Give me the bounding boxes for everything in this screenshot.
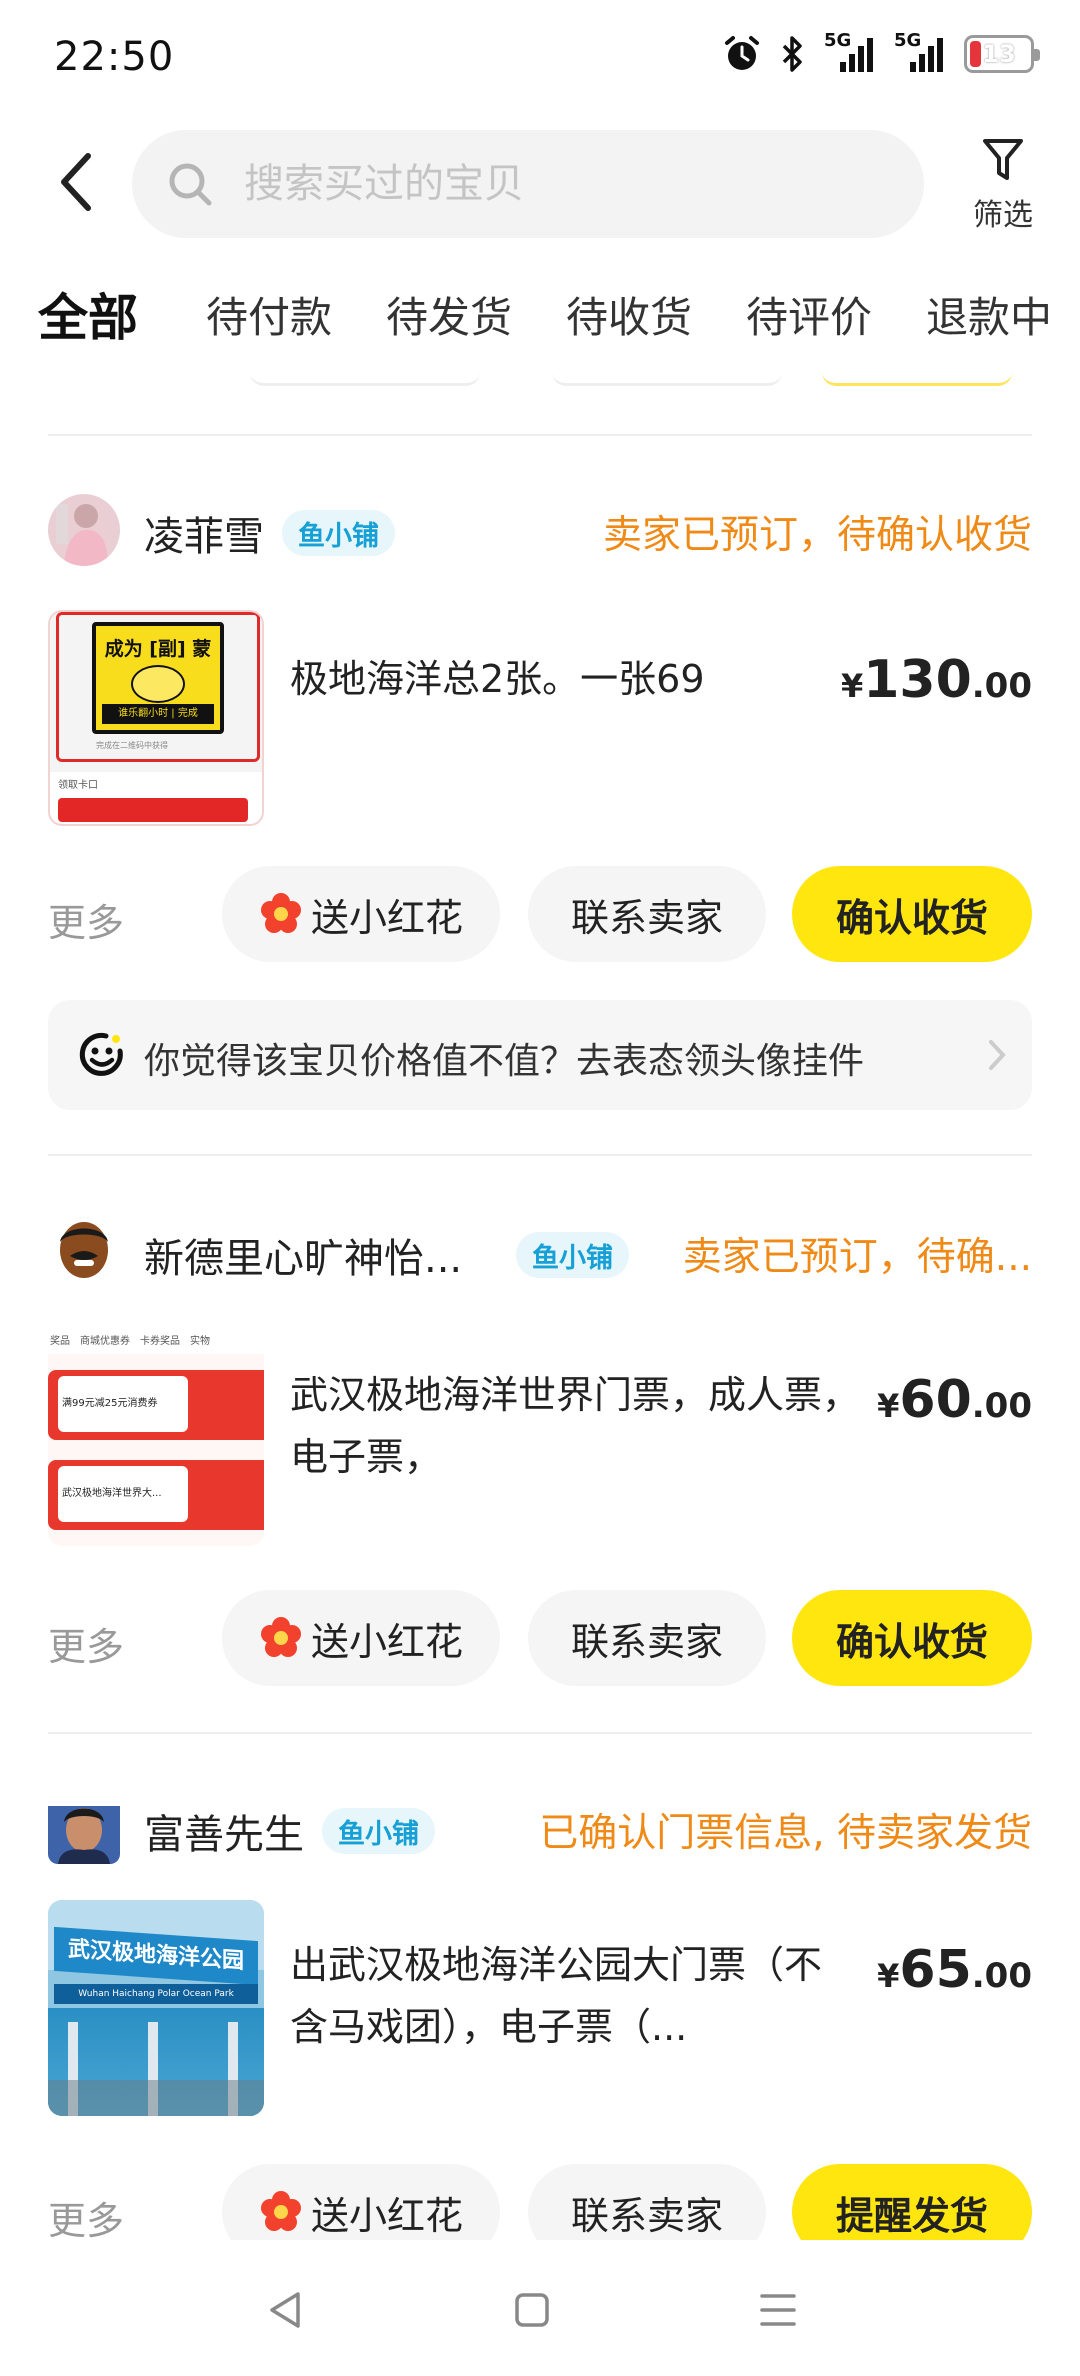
filter-button[interactable]: 筛选 (958, 136, 1048, 236)
shop-badge: 鱼小铺 (516, 1232, 629, 1278)
previous-card-button-edge (552, 360, 782, 386)
avatar (48, 1792, 120, 1864)
hint-text: 你觉得该宝贝价格值不值？去表态领头像挂件 (144, 1041, 865, 1082)
smiley-icon (79, 1032, 123, 1076)
tab-refunding[interactable]: 退款中 (926, 284, 1052, 345)
item-title: 武汉极地海洋世界门票，成人票，电子票， (290, 1373, 861, 1479)
previous-card-button-edge (822, 360, 1012, 386)
more-button[interactable]: 更多 (48, 2190, 124, 2245)
more-button[interactable]: 更多 (48, 1616, 124, 1671)
more-button[interactable]: 更多 (48, 892, 124, 947)
item-price: ¥65.00 (877, 1940, 1032, 2000)
triangle-back-icon (270, 2292, 300, 2328)
item-price: ¥60.00 (877, 1370, 1032, 1430)
square-home-icon (515, 2293, 549, 2327)
menu-lines-icon (760, 2294, 796, 2326)
header: 筛选 (0, 118, 1080, 248)
search-input[interactable] (244, 161, 844, 207)
item-price: ¥130.00 (840, 650, 1032, 710)
tab-pending-payment[interactable]: 待付款 (206, 284, 332, 345)
search-icon (169, 163, 212, 206)
shop-name: 凌菲雪 (144, 514, 264, 560)
shop-badge: 鱼小铺 (282, 510, 395, 556)
item-row[interactable]: 武汉极地海洋公园 Wuhan Haichang Polar Ocean Park… (48, 1900, 1032, 2116)
action-row: 更多 送小红花 联系卖家 确认收货 (48, 866, 1032, 962)
battery-level: 13 (982, 40, 1016, 68)
item-thumbnail: 奖品 商城优惠券 卡券奖品 实物 满99元减25元消费券 武汉极地海洋世界大..… (48, 1330, 264, 1546)
order-status: 卖家已预订，待确... (682, 1235, 1032, 1280)
nav-home-button[interactable] (502, 2280, 562, 2340)
signal-5g-2: 5G (894, 30, 946, 74)
shop-name: 新德里心旷神怡... (144, 1236, 463, 1282)
item-row[interactable]: 奖品 商城优惠券 卡券奖品 实物 满99元减25元消费券 武汉极地海洋世界大..… (48, 1330, 1032, 1546)
status-time: 22:50 (54, 34, 175, 80)
shop-row[interactable]: 富善先生 鱼小铺 已确认门票信息, 待卖家发货 (48, 1788, 1032, 1868)
filter-label: 筛选 (973, 198, 1033, 233)
shop-badge: 鱼小铺 (322, 1808, 435, 1854)
shop-row[interactable]: 凌菲雪 鱼小铺 卖家已预订，待确认收货 (48, 490, 1032, 570)
back-button[interactable] (40, 146, 112, 218)
bluetooth-icon (782, 36, 802, 72)
tab-pending-shipment[interactable]: 待发货 (386, 284, 512, 345)
red-flower-icon (260, 2191, 301, 2231)
signal-5g-1: 5G (824, 30, 876, 74)
item-row[interactable]: 成为 [副] 蒙 谁乐翻小时 | 完成 完成在二维码中获得 领取卡口 极地海洋总… (48, 610, 1032, 826)
chevron-left-icon (61, 153, 91, 211)
alarm-icon (725, 36, 759, 70)
previous-card-button-edge (250, 360, 480, 386)
price-feedback-banner[interactable]: 你觉得该宝贝价格值不值？去表态领头像挂件 (48, 1000, 1032, 1110)
tab-all[interactable]: 全部 (36, 278, 140, 350)
send-flower-button[interactable]: 送小红花 (222, 866, 500, 962)
system-navigation-bar (0, 2240, 1080, 2376)
avatar (48, 494, 120, 566)
confirm-receipt-button[interactable]: 确认收货 (792, 1590, 1032, 1686)
shop-name: 富善先生 (144, 1812, 304, 1858)
divider (48, 1732, 1032, 1734)
action-row: 更多 送小红花 联系卖家 确认收货 (48, 1590, 1032, 1686)
red-flower-icon (260, 893, 301, 933)
battery-icon: 13 (964, 35, 1040, 73)
item-title: 出武汉极地海洋公园大门票（不含马戏团），电子票（... (290, 1943, 823, 2049)
search-box[interactable] (132, 130, 924, 238)
tab-pending-review[interactable]: 待评价 (746, 284, 872, 345)
contact-seller-button[interactable]: 联系卖家 (528, 1590, 766, 1686)
item-title: 极地海洋总2张。一张69 (290, 657, 705, 701)
shop-row[interactable]: 新德里心旷神怡... 鱼小铺 卖家已预订，待确... (48, 1212, 1032, 1292)
avatar (48, 1216, 120, 1288)
red-flower-icon (260, 1617, 301, 1657)
nav-menu-button[interactable] (748, 2280, 808, 2340)
nav-back-button[interactable] (256, 2280, 316, 2340)
order-status: 已确认门票信息, 待卖家发货 (539, 1811, 1032, 1856)
funnel-icon (983, 139, 1023, 180)
item-thumbnail: 成为 [副] 蒙 谁乐翻小时 | 完成 完成在二维码中获得 领取卡口 (48, 610, 264, 826)
order-status: 卖家已预订，待确认收货 (602, 513, 1032, 558)
item-thumbnail: 武汉极地海洋公园 Wuhan Haichang Polar Ocean Park (48, 1900, 264, 2116)
order-tabs: 全部 待付款 待发货 待收货 待评价 退款中 (0, 270, 1080, 350)
status-bar: 22:50 5G 5G 13 (0, 0, 1080, 118)
chevron-right-icon (989, 1040, 1006, 1070)
status-icons: 5G 5G 13 (722, 30, 1040, 74)
send-flower-button[interactable]: 送小红花 (222, 1590, 500, 1686)
divider (48, 1154, 1032, 1156)
confirm-receipt-button[interactable]: 确认收货 (792, 866, 1032, 962)
contact-seller-button[interactable]: 联系卖家 (528, 866, 766, 962)
tab-pending-receipt[interactable]: 待收货 (566, 284, 692, 345)
divider (48, 434, 1032, 436)
